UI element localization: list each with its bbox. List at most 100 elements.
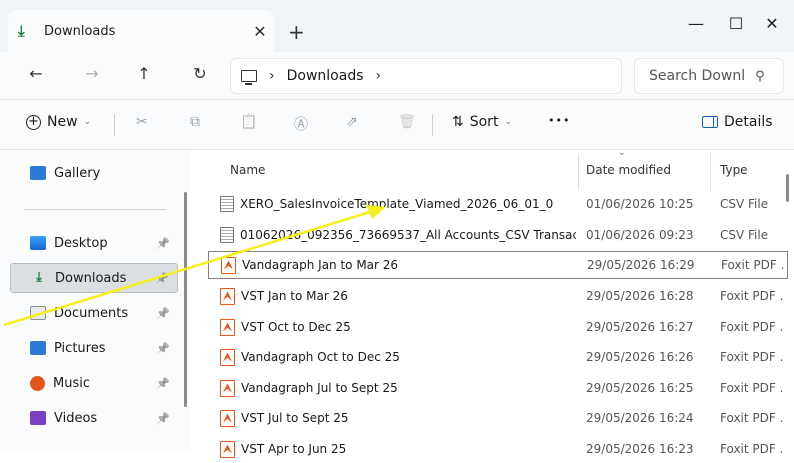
- new-tab-button[interactable]: +: [288, 20, 305, 44]
- search-placeholder: Search Downl: [649, 68, 746, 84]
- new-button[interactable]: + New ⌄: [26, 114, 91, 130]
- search-input[interactable]: Search Downl ⚲: [634, 58, 784, 94]
- toolbar-divider: [114, 114, 115, 136]
- file-date: 29/05/2026 16:25: [586, 381, 694, 395]
- file-type: Foxit PDF .: [720, 411, 784, 425]
- sidebar-scrollbar[interactable]: [184, 192, 187, 407]
- sidebar-item-pictures[interactable]: Pictures 📌: [10, 333, 178, 363]
- sidebar-item-label: Music: [53, 375, 90, 391]
- file-type: CSV File: [720, 228, 769, 242]
- pdf-file-icon: [221, 256, 236, 274]
- pin-icon[interactable]: 📌: [155, 272, 169, 285]
- this-pc-icon: [241, 70, 257, 85]
- breadcrumb-separator[interactable]: ›: [376, 68, 382, 84]
- file-name: VST Oct to Dec 25: [241, 320, 351, 334]
- sidebar-item-label: Videos: [54, 410, 98, 426]
- pin-icon[interactable]: 📌: [156, 377, 170, 390]
- sort-button[interactable]: ⇅ Sort ⌄: [452, 114, 512, 130]
- refresh-button[interactable]: ↻: [186, 64, 214, 83]
- details-label: Details: [724, 114, 773, 130]
- pin-icon[interactable]: 📌: [156, 237, 170, 250]
- file-row[interactable]: 01062026_092356_73669537_All Accounts_CS…: [208, 221, 788, 249]
- file-type: CSV File: [720, 197, 769, 211]
- file-date: 29/05/2026 16:29: [587, 258, 695, 272]
- videos-icon: [30, 411, 46, 425]
- tab-downloads[interactable]: ⤓ Downloads ✕: [8, 10, 274, 52]
- sidebar-item-desktop[interactable]: Desktop 📌: [10, 228, 178, 258]
- csv-file-icon: [220, 196, 234, 212]
- file-name: Vandagraph Jan to Mar 26: [242, 258, 399, 272]
- sidebar-item-label: Downloads: [55, 270, 127, 286]
- pdf-file-icon: [220, 379, 235, 397]
- column-header-name[interactable]: Name: [230, 150, 265, 190]
- column-header-date-modified[interactable]: Date modified: [586, 150, 671, 190]
- file-row[interactable]: Vandagraph Oct to Dec 25 29/05/2026 16:2…: [208, 343, 788, 371]
- breadcrumb-downloads[interactable]: Downloads: [287, 68, 364, 84]
- command-bar: + New ⌄ ✂ ⧉ 📋 Ⓐ ⇗ 🗑 ⇅ Sort ⌄ ••• Details: [0, 100, 794, 150]
- file-date: 01/06/2026 09:23: [586, 228, 694, 242]
- pin-icon[interactable]: 📌: [156, 342, 170, 355]
- details-button[interactable]: Details: [702, 114, 773, 130]
- sidebar-item-videos[interactable]: Videos 📌: [10, 403, 178, 433]
- pdf-file-icon: [220, 348, 235, 366]
- more-options-button[interactable]: •••: [548, 114, 570, 127]
- new-label: New: [47, 114, 78, 130]
- plus-icon: +: [26, 114, 41, 130]
- delete-button[interactable]: 🗑: [398, 114, 416, 130]
- music-icon: [30, 375, 45, 391]
- file-type: Foxit PDF .: [720, 320, 784, 334]
- file-date: 29/05/2026 16:26: [586, 350, 694, 364]
- pin-icon[interactable]: 📌: [156, 307, 170, 320]
- file-name: VST Jan to Mar 26: [241, 289, 348, 303]
- details-pane-icon: [702, 116, 718, 128]
- sidebar-item-label: Documents: [54, 305, 129, 321]
- file-date: 29/05/2026 16:28: [586, 289, 694, 303]
- pdf-file-icon: [220, 409, 235, 427]
- maximize-button[interactable]: ☐: [716, 10, 756, 38]
- address-bar[interactable]: › Downloads ›: [230, 58, 622, 94]
- pdf-file-icon: [220, 287, 235, 305]
- back-button[interactable]: ←: [22, 64, 50, 83]
- column-divider[interactable]: [578, 154, 579, 190]
- up-button[interactable]: ↑: [130, 64, 158, 83]
- file-list: Name ⌄ Date modified Type XERO_SalesInvo…: [190, 148, 794, 458]
- sidebar-item-label: Desktop: [54, 235, 108, 251]
- minimize-button[interactable]: —: [676, 10, 716, 38]
- csv-file-icon: [220, 227, 234, 243]
- file-row[interactable]: VST Jan to Mar 26 29/05/2026 16:28 Foxit…: [208, 282, 788, 310]
- sidebar-item-downloads[interactable]: ⤓ Downloads 📌: [10, 263, 178, 293]
- file-date: 29/05/2026 16:23: [586, 442, 694, 456]
- file-row[interactable]: VST Jul to Sept 25 29/05/2026 16:24 Foxi…: [208, 404, 788, 432]
- sort-icon: ⇅: [452, 114, 464, 130]
- column-header-type[interactable]: Type: [720, 150, 748, 190]
- file-type: Foxit PDF .: [720, 289, 784, 303]
- share-button[interactable]: ⇗: [346, 114, 358, 130]
- file-row[interactable]: Vandagraph Jul to Sept 25 29/05/2026 16:…: [208, 374, 788, 402]
- toolbar-divider: [432, 114, 433, 136]
- paste-button[interactable]: 📋: [240, 114, 257, 130]
- tab-close-button[interactable]: ✕: [246, 22, 274, 41]
- file-name: XERO_SalesInvoiceTemplate_Viamed_2026_06…: [240, 197, 554, 211]
- column-divider[interactable]: [710, 154, 711, 190]
- documents-icon: [30, 306, 46, 320]
- close-button[interactable]: ✕: [752, 10, 792, 38]
- sidebar-item-documents[interactable]: Documents 📌: [10, 298, 178, 328]
- file-name: VST Jul to Sept 25: [241, 411, 349, 425]
- pdf-file-icon: [220, 318, 235, 336]
- sidebar-item-gallery[interactable]: Gallery: [10, 158, 178, 188]
- cut-button[interactable]: ✂: [136, 114, 148, 130]
- file-row[interactable]: VST Oct to Dec 25 29/05/2026 16:27 Foxit…: [208, 313, 788, 341]
- file-row[interactable]: Vandagraph Jan to Mar 26 29/05/2026 16:2…: [208, 251, 788, 279]
- gallery-icon: [30, 166, 46, 180]
- forward-button[interactable]: →: [78, 64, 106, 83]
- file-date: 29/05/2026 16:24: [586, 411, 694, 425]
- rename-button[interactable]: Ⓐ: [294, 114, 308, 134]
- file-row[interactable]: XERO_SalesInvoiceTemplate_Viamed_2026_06…: [208, 190, 788, 218]
- title-bar: ⤓ Downloads ✕ + — ☐ ✕: [0, 0, 794, 52]
- copy-button[interactable]: ⧉: [190, 114, 200, 130]
- file-date: 01/06/2026 10:25: [586, 197, 694, 211]
- sidebar-item-music[interactable]: Music 📌: [10, 368, 178, 398]
- file-row[interactable]: VST Apr to Jun 25 29/05/2026 16:23 Foxit…: [208, 435, 788, 463]
- download-icon: ⤓: [18, 22, 25, 40]
- pin-icon[interactable]: 📌: [156, 412, 170, 425]
